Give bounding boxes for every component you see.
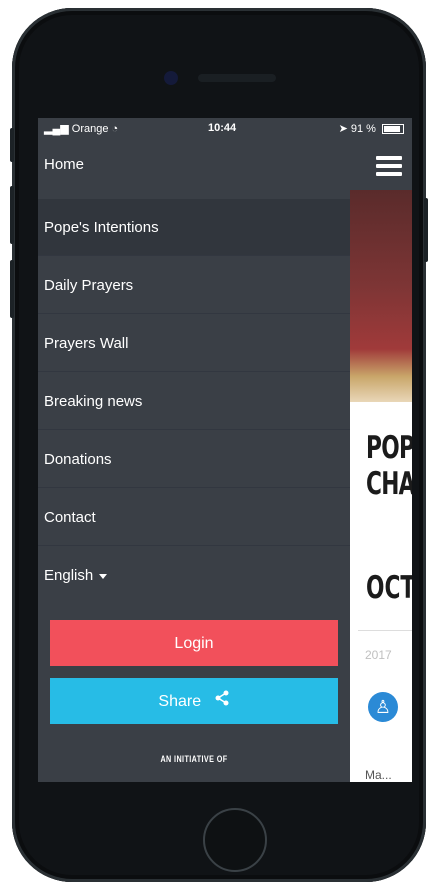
- volume-down-button: [10, 260, 14, 318]
- author-logo-icon[interactable]: ♙: [368, 692, 398, 722]
- article-title-line-1: POP: [366, 430, 412, 466]
- menu-item-donations[interactable]: Donations: [38, 431, 350, 488]
- battery-percent: 91 %: [350, 123, 376, 135]
- carrier-name: Orange: [71, 123, 109, 135]
- menu-item-label: Breaking news: [44, 393, 143, 410]
- earpiece-speaker: [198, 74, 276, 82]
- language-selector[interactable]: English: [38, 547, 350, 604]
- location-icon: ➤: [338, 123, 348, 135]
- menu-item-breaking-news[interactable]: Breaking news: [38, 373, 350, 430]
- power-button: [424, 198, 428, 262]
- home-button[interactable]: [203, 808, 267, 872]
- chevron-down-icon: [99, 573, 108, 579]
- initiative-text: AN INITIATIVE OF: [160, 754, 228, 764]
- share-label: Share: [158, 693, 202, 711]
- hamburger-menu-icon[interactable]: [376, 156, 402, 178]
- volume-up-button: [10, 186, 14, 244]
- status-bar: ▂▄▆ Orange ◔ 10:44 ➤ 91 %: [38, 118, 412, 140]
- mute-switch: [10, 128, 14, 162]
- menu-item-label: Contact: [44, 509, 96, 526]
- wifi-icon: ◔: [111, 123, 119, 135]
- menu-item-label: Prayers Wall: [44, 335, 129, 352]
- menu-item-label: Donations: [44, 451, 112, 468]
- front-camera: [164, 71, 178, 85]
- carrier-signal: ▂▄▆ Orange ◔: [44, 122, 118, 135]
- status-time: 10:44: [208, 122, 237, 134]
- share-icon: [214, 679, 230, 725]
- menu-item-daily-prayers[interactable]: Daily Prayers: [38, 257, 350, 314]
- article-month: OCT: [366, 570, 412, 606]
- menu-item-home[interactable]: Home: [44, 156, 84, 173]
- article-title-line-2: CHA: [366, 466, 412, 502]
- content-divider: [358, 630, 412, 631]
- signal-icon: ▂▄▆: [44, 123, 69, 135]
- menu-item-label: Daily Prayers: [44, 277, 134, 294]
- article-more-text: Ma...: [365, 768, 392, 782]
- menu-item-popes-intentions[interactable]: Pope's Intentions: [38, 199, 350, 256]
- menu-item-prayers-wall[interactable]: Prayers Wall: [38, 315, 350, 372]
- article-year: 2017: [365, 648, 392, 662]
- side-menu-drawer: Home Pope's Intentions Daily Prayers Pra…: [38, 140, 350, 782]
- battery-icon: [382, 124, 404, 135]
- menu-item-label: Pope's Intentions: [44, 219, 159, 236]
- share-button[interactable]: Share: [50, 678, 338, 724]
- login-label: Login: [174, 635, 214, 652]
- article-title[interactable]: POP CHA: [366, 430, 412, 502]
- app-screen: POP CHA OCT 2017 ♙ Ma... ▂▄▆ Orange ◔ 10…: [38, 118, 412, 782]
- login-button[interactable]: Login: [50, 620, 338, 666]
- article-photo[interactable]: [350, 190, 412, 402]
- battery-status: ➤ 91 %: [339, 122, 404, 135]
- language-label: English: [44, 567, 94, 584]
- menu-item-contact[interactable]: Contact: [38, 489, 350, 546]
